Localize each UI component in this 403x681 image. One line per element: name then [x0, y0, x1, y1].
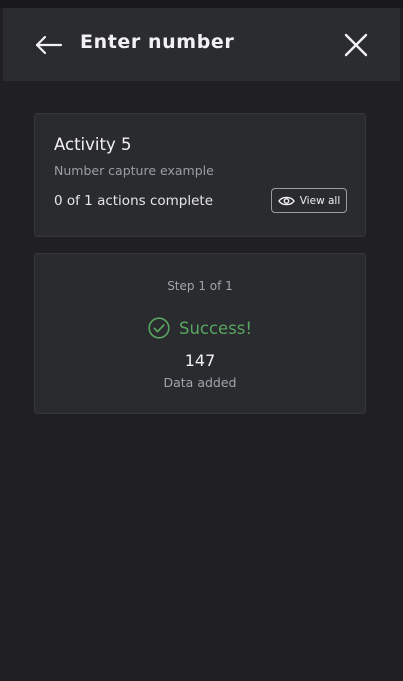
status-strip	[0, 0, 403, 8]
success-status: Success!	[35, 317, 365, 339]
view-all-label: View all	[299, 194, 341, 207]
activity-title: Activity 5	[54, 135, 132, 154]
success-text: Success!	[178, 318, 253, 338]
back-button[interactable]	[33, 30, 65, 60]
step-card: Step 1 of 1 Success! 147 Data added	[34, 253, 366, 414]
app-bar: Enter number	[3, 8, 400, 81]
captured-value: 147	[184, 351, 216, 370]
check-circle-icon	[148, 317, 170, 339]
close-button[interactable]	[342, 31, 370, 59]
page-title: Enter number	[80, 31, 235, 53]
step-label: Step 1 of 1	[167, 279, 233, 293]
eye-icon	[277, 196, 295, 205]
data-added-caption: Data added	[163, 375, 237, 390]
arrow-left-icon	[35, 35, 63, 55]
activity-card: Activity 5 Number capture example 0 of 1…	[34, 113, 366, 237]
close-icon	[344, 33, 368, 57]
activity-progress: 0 of 1 actions complete	[54, 193, 214, 209]
activity-subtitle: Number capture example	[54, 163, 214, 178]
view-all-button[interactable]: View all	[271, 188, 347, 213]
